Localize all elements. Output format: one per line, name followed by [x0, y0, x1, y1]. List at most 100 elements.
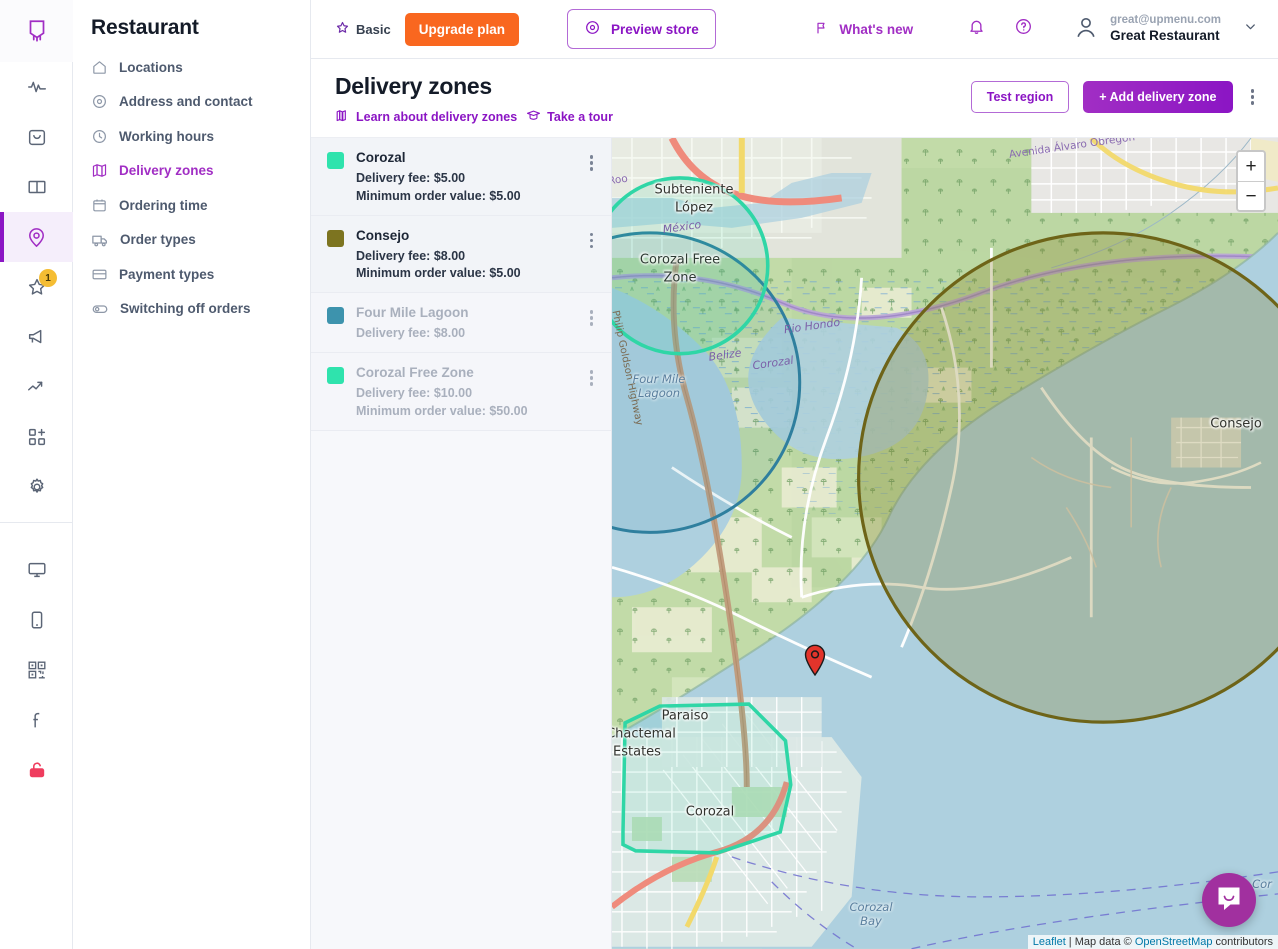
preview-store-button[interactable]: Preview store: [566, 9, 716, 49]
location-pin-icon: [91, 93, 108, 110]
rail-item-mobile-app[interactable]: [0, 595, 73, 645]
rail-item-qr-code[interactable]: [0, 645, 73, 695]
sidebar-item-payment-types[interactable]: Payment types: [73, 257, 310, 292]
map-tiles: [612, 138, 1278, 949]
sidebar-item-working-hours[interactable]: Working hours: [73, 119, 310, 154]
intercom-chat-launcher[interactable]: [1202, 873, 1256, 927]
notifications-button[interactable]: [953, 17, 1000, 41]
zone-options-kebab-menu[interactable]: [586, 366, 598, 390]
learn-about-delivery-zones-link[interactable]: Learn about delivery zones: [335, 108, 517, 126]
sidebar-item-label: Order types: [120, 232, 196, 248]
zone-name: Four Mile Lagoon: [356, 305, 469, 320]
rail-item-orders[interactable]: [0, 112, 73, 162]
zone-shape-corozal: [621, 702, 793, 855]
zone-options-kebab-menu[interactable]: [586, 229, 598, 253]
map-zoom-controls: + −: [1236, 150, 1266, 212]
sidebar-item-label: Working hours: [119, 128, 215, 144]
restaurant-location-marker[interactable]: [804, 644, 826, 681]
main-area: Basic Upgrade plan Preview store What's …: [311, 0, 1278, 949]
zone-list-item[interactable]: Corozal Delivery fee: $5.00 Minimum orde…: [311, 138, 611, 216]
zone-name: Consejo: [356, 227, 410, 243]
rail-item-facebook[interactable]: [0, 695, 73, 745]
home-icon: [91, 59, 108, 76]
rail-item-marketing[interactable]: [0, 312, 73, 362]
rail-item-unlock[interactable]: [0, 745, 73, 795]
zone-list-item[interactable]: Corozal Free Zone Delivery fee: $10.00 M…: [311, 353, 611, 431]
rail-item-menu[interactable]: [0, 162, 73, 212]
zone-minimum-order-value: Minimum order value: $5.00: [356, 188, 521, 203]
delivery-zone-list: Corozal Delivery fee: $5.00 Minimum orde…: [311, 138, 612, 949]
toggle-icon: [91, 300, 109, 318]
upgrade-plan-button[interactable]: Upgrade plan: [404, 12, 519, 46]
map-attribution: Leaflet | Map data © OpenStreetMap contr…: [1027, 935, 1278, 949]
rail-item-dashboard[interactable]: [0, 62, 73, 112]
take-a-tour-link[interactable]: Take a tour: [526, 108, 613, 126]
sidebar-item-locations[interactable]: Locations: [73, 50, 310, 85]
sidebar-title: Restaurant: [91, 16, 199, 39]
rail-item-settings[interactable]: [0, 462, 73, 512]
location-pin-icon: [25, 226, 48, 249]
map-zoom-in-button[interactable]: +: [1238, 152, 1264, 181]
calendar-icon: [91, 197, 108, 214]
rail-divider: [0, 522, 72, 523]
rail-spacer: [0, 533, 72, 545]
page-title: Delivery zones: [335, 73, 492, 99]
clock-icon: [91, 128, 108, 145]
add-delivery-zone-button[interactable]: + Add delivery zone: [1083, 81, 1233, 113]
app-logo[interactable]: [0, 0, 73, 62]
delivery-zones-map[interactable]: Subteniente López Corozal Free Zone Consejo P…: [612, 138, 1278, 949]
megaphone-icon: [26, 326, 48, 348]
whats-new-button[interactable]: What's new: [814, 20, 913, 39]
chevron-down-icon[interactable]: [1243, 19, 1258, 39]
zone-options-kebab-menu[interactable]: [586, 151, 598, 175]
test-region-button[interactable]: Test region: [970, 81, 1070, 113]
qr-code-icon: [26, 659, 48, 681]
mobile-icon: [26, 609, 48, 631]
openstreetmap-link[interactable]: OpenStreetMap: [1135, 936, 1213, 948]
rail-item-statistics[interactable]: [0, 362, 73, 412]
sidebar-item-order-types[interactable]: Order types: [73, 223, 310, 258]
map-zoom-out-button[interactable]: −: [1238, 181, 1264, 210]
avatar: [1073, 14, 1099, 45]
monitor-icon: [26, 559, 48, 581]
sidebar-item-switching-off-orders[interactable]: Switching off orders: [73, 292, 310, 327]
zone-list-item[interactable]: Consejo Delivery fee: $8.00 Minimum orde…: [311, 215, 611, 293]
attribution-separator: | Map data ©: [1065, 936, 1135, 948]
tour-link-label: Take a tour: [547, 110, 613, 124]
page-header: Delivery zones Learn about delivery zone…: [311, 59, 1278, 138]
zone-options-kebab-menu[interactable]: [586, 306, 598, 330]
activity-pulse-icon: [26, 76, 48, 98]
sidebar-item-label: Locations: [119, 59, 183, 75]
leaflet-link[interactable]: Leaflet: [1033, 936, 1066, 948]
zone-color-swatch: [327, 229, 344, 247]
page-options-kebab-menu[interactable]: [1247, 83, 1259, 111]
top-bar: Basic Upgrade plan Preview store What's …: [311, 0, 1278, 59]
rail-item-restaurant[interactable]: [0, 212, 73, 262]
sidebar-item-address-and-contact[interactable]: Address and contact: [73, 85, 310, 120]
help-button[interactable]: [1000, 17, 1047, 41]
zone-minimum-order-value: Minimum order value: $50.00: [356, 403, 528, 418]
zone-shape-corozal-free-zone: [612, 176, 770, 356]
app-icon-rail: 1: [0, 0, 73, 949]
plan-indicator[interactable]: Basic: [335, 20, 391, 38]
user-email: great@upmenu.com: [1110, 14, 1221, 27]
rail-item-website[interactable]: [0, 545, 73, 595]
content-area: Corozal Delivery fee: $5.00 Minimum orde…: [311, 138, 1278, 949]
whats-new-label: What's new: [839, 21, 914, 37]
sidebar-item-ordering-time[interactable]: Ordering time: [73, 188, 310, 223]
gear-icon: [26, 476, 48, 498]
zone-name: Corozal: [356, 150, 406, 165]
chat-bubble-icon: [1215, 884, 1243, 917]
attribution-tail: contributors: [1212, 936, 1273, 948]
sidebar-item-label: Ordering time: [119, 197, 208, 213]
rail-item-loyalty[interactable]: 1: [0, 262, 73, 312]
user-account-menu[interactable]: great@upmenu.com Great Restaurant: [1073, 13, 1221, 44]
zone-list-item[interactable]: Four Mile Lagoon Delivery fee: $8.00: [311, 293, 611, 353]
zone-color-swatch: [327, 307, 344, 324]
rail-item-integrations[interactable]: [0, 412, 73, 462]
book-icon: [26, 176, 48, 198]
zone-color-swatch: [327, 152, 344, 169]
credit-card-icon: [91, 266, 108, 283]
sidebar-item-delivery-zones[interactable]: Delivery zones: [73, 154, 310, 189]
zone-delivery-fee: Delivery fee: $8.00: [356, 248, 466, 263]
